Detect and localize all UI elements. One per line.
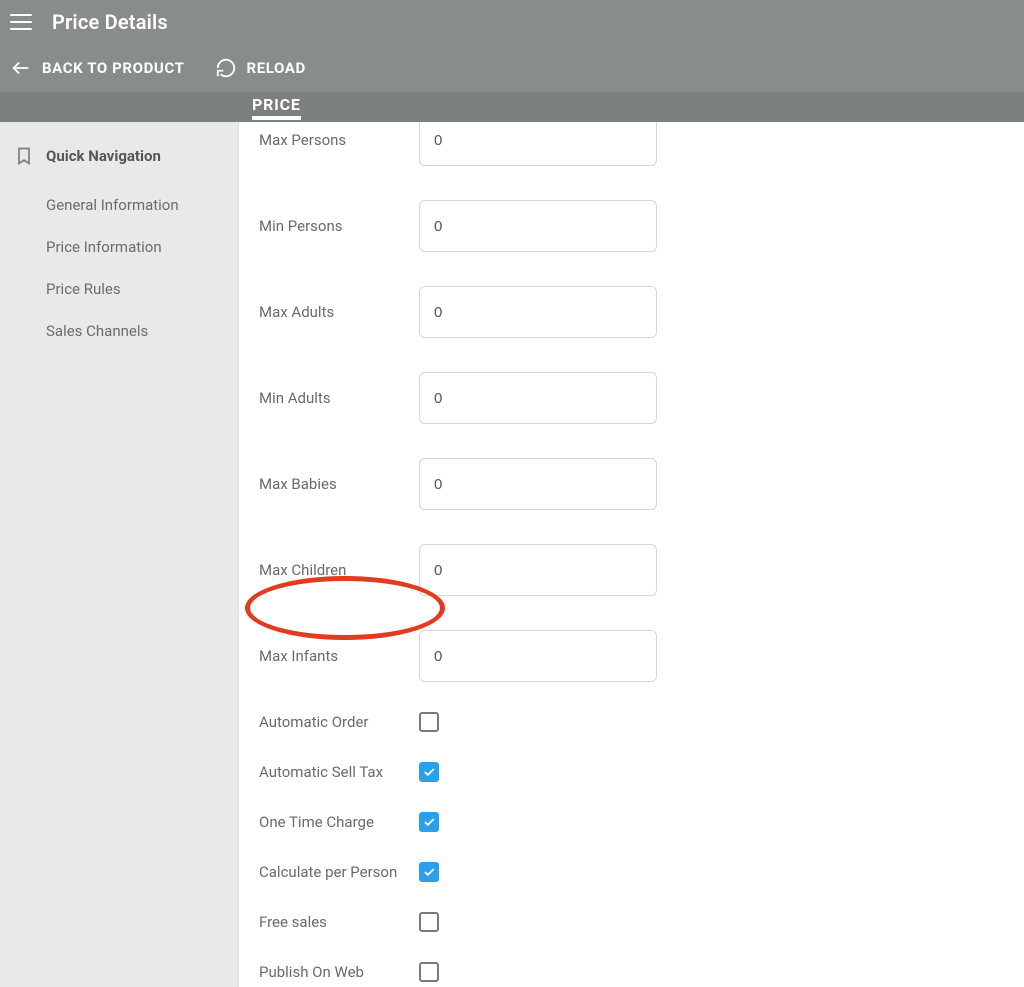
row-max-adults: Max Adults — [259, 286, 1004, 338]
row-calculate-per-person: Calculate per Person — [259, 862, 1004, 882]
checkbox-automatic-order[interactable] — [419, 712, 439, 732]
checkbox-automatic-sell-tax[interactable] — [419, 762, 439, 782]
quick-nav-heading: Quick Navigation — [14, 146, 228, 166]
input-max-children[interactable] — [419, 544, 657, 596]
app-header: Price Details — [0, 0, 1024, 44]
input-max-persons[interactable] — [419, 122, 657, 166]
input-min-persons[interactable] — [419, 200, 657, 252]
label-max-children: Max Children — [259, 561, 419, 579]
label-one-time-charge: One Time Charge — [259, 813, 419, 831]
tab-price[interactable]: PRICE — [252, 95, 301, 120]
label-min-persons: Min Persons — [259, 217, 419, 235]
row-max-infants: Max Infants — [259, 630, 1004, 682]
row-min-adults: Min Adults — [259, 372, 1004, 424]
row-one-time-charge: One Time Charge — [259, 812, 1004, 832]
row-max-persons: Max Persons — [259, 122, 1004, 166]
main-panel: Max Persons Min Persons Max Adults Min A… — [238, 122, 1024, 987]
menu-icon[interactable] — [10, 8, 38, 36]
sidebar-item-price-rules[interactable]: Price Rules — [14, 268, 228, 310]
row-max-children: Max Children — [259, 544, 1004, 596]
row-min-persons: Min Persons — [259, 200, 1004, 252]
tab-strip: PRICE — [0, 92, 1024, 122]
checkbox-calculate-per-person[interactable] — [419, 862, 439, 882]
row-free-sales: Free sales — [259, 912, 1004, 932]
row-publish-on-web: Publish On Web — [259, 962, 1004, 982]
label-free-sales: Free sales — [259, 913, 419, 931]
reload-icon — [215, 57, 237, 79]
sidebar: Quick Navigation General Information Pri… — [0, 122, 238, 987]
label-automatic-order: Automatic Order — [259, 713, 419, 731]
sidebar-item-price-information[interactable]: Price Information — [14, 226, 228, 268]
arrow-left-icon — [10, 57, 32, 79]
row-automatic-order: Automatic Order — [259, 712, 1004, 732]
reload-button[interactable]: RELOAD — [215, 57, 306, 79]
label-automatic-sell-tax: Automatic Sell Tax — [259, 763, 419, 781]
input-min-adults[interactable] — [419, 372, 657, 424]
label-max-adults: Max Adults — [259, 303, 419, 321]
reload-button-label: RELOAD — [247, 59, 306, 77]
row-max-babies: Max Babies — [259, 458, 1004, 510]
checkbox-free-sales[interactable] — [419, 912, 439, 932]
label-min-adults: Min Adults — [259, 389, 419, 407]
label-max-infants: Max Infants — [259, 647, 419, 665]
row-automatic-sell-tax: Automatic Sell Tax — [259, 762, 1004, 782]
checkbox-one-time-charge[interactable] — [419, 812, 439, 832]
back-button-label: BACK TO PRODUCT — [42, 59, 185, 77]
input-max-adults[interactable] — [419, 286, 657, 338]
input-max-babies[interactable] — [419, 458, 657, 510]
sidebar-item-sales-channels[interactable]: Sales Channels — [14, 310, 228, 352]
toolbar: BACK TO PRODUCT RELOAD — [0, 44, 1024, 92]
label-calculate-per-person: Calculate per Person — [259, 863, 419, 881]
bookmark-icon — [14, 146, 34, 166]
input-max-infants[interactable] — [419, 630, 657, 682]
checkbox-publish-on-web[interactable] — [419, 962, 439, 982]
label-publish-on-web: Publish On Web — [259, 963, 419, 981]
label-max-babies: Max Babies — [259, 475, 419, 493]
page-title: Price Details — [52, 10, 168, 34]
back-button[interactable]: BACK TO PRODUCT — [10, 57, 185, 79]
label-max-persons: Max Persons — [259, 131, 419, 149]
sidebar-item-general-information[interactable]: General Information — [14, 184, 228, 226]
